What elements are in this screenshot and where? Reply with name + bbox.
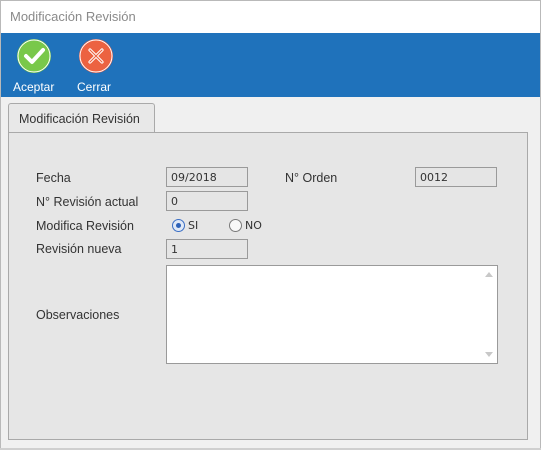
close-label: Cerrar bbox=[77, 80, 112, 94]
fecha-label: Fecha bbox=[36, 171, 71, 185]
fecha-field[interactable]: 09/2018 bbox=[166, 167, 248, 187]
radio-si-label: SI bbox=[188, 219, 199, 232]
toolbar: Aceptar Cerrar bbox=[1, 33, 540, 97]
revision-nueva-field[interactable]: 1 bbox=[166, 239, 248, 259]
observaciones-textarea[interactable] bbox=[166, 265, 498, 364]
tab-strip: Modificación Revisión bbox=[1, 97, 540, 134]
form-panel: Fecha 09/2018 N° Orden 0012 N° Revisión … bbox=[8, 132, 528, 440]
window-title: Modificación Revisión bbox=[10, 9, 136, 24]
radio-si[interactable] bbox=[172, 219, 185, 232]
observaciones-scrollbar[interactable] bbox=[481, 266, 497, 363]
revision-nueva-label: Revisión nueva bbox=[36, 242, 122, 256]
tab-modificacion-revision[interactable]: Modificación Revisión bbox=[8, 103, 155, 134]
modifica-revision-label: Modifica Revisión bbox=[36, 219, 134, 233]
scroll-up-icon[interactable] bbox=[485, 272, 493, 277]
observaciones-label: Observaciones bbox=[36, 308, 120, 322]
scroll-down-icon[interactable] bbox=[485, 352, 493, 357]
accept-label: Aceptar bbox=[13, 80, 55, 94]
radio-no[interactable] bbox=[229, 219, 242, 232]
check-icon bbox=[17, 39, 51, 73]
radio-no-label: NO bbox=[245, 219, 262, 232]
orden-label: N° Orden bbox=[285, 171, 338, 185]
orden-field[interactable]: 0012 bbox=[415, 167, 497, 187]
revision-actual-label: N° Revisión actual bbox=[36, 195, 139, 209]
dialog-window: Modificación Revisión Aceptar Cerrar Mod… bbox=[0, 0, 541, 450]
accept-button[interactable]: Aceptar bbox=[13, 37, 57, 94]
title-bar: Modificación Revisión bbox=[1, 1, 540, 33]
revision-actual-field[interactable]: 0 bbox=[166, 191, 248, 211]
tab-label: Modificación Revisión bbox=[19, 112, 140, 126]
close-button[interactable]: Cerrar bbox=[77, 37, 117, 94]
close-icon bbox=[79, 39, 113, 73]
